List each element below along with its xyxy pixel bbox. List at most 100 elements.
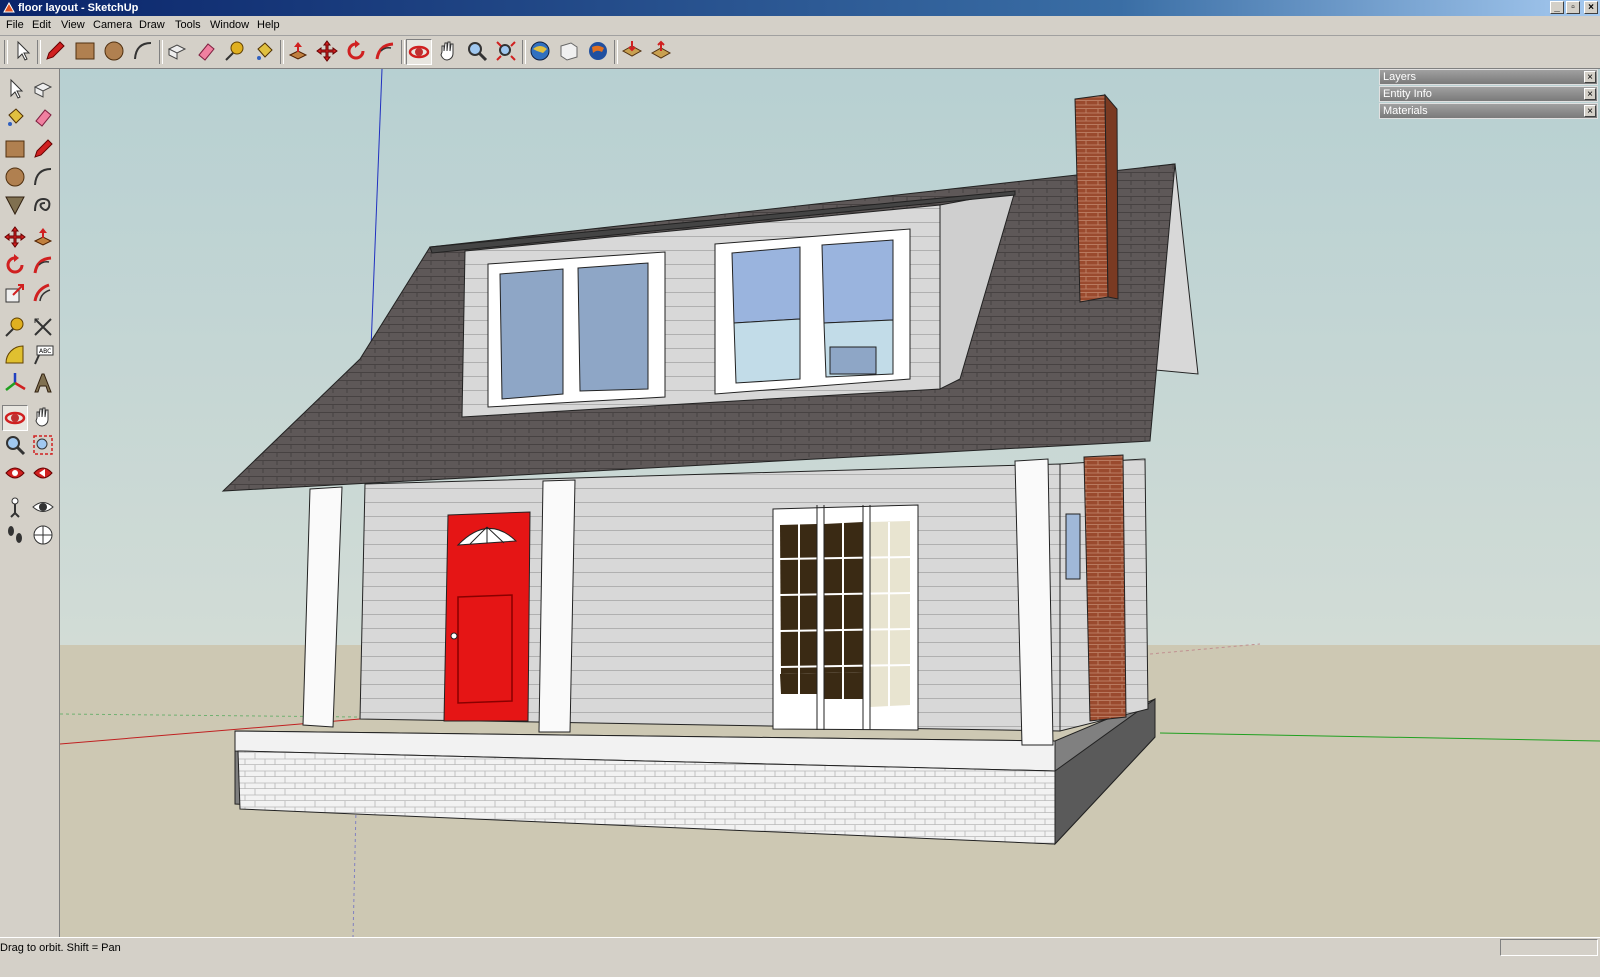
left-dimension-button[interactable] <box>30 315 56 341</box>
left-rectangle-button[interactable] <box>2 137 28 163</box>
zoom-tool-button[interactable] <box>464 39 490 65</box>
left-toolbar: ABC <box>0 69 60 957</box>
left-position-camera-button[interactable] <box>2 495 28 521</box>
left-axes-button[interactable] <box>2 371 28 397</box>
left-select-tool-button[interactable] <box>2 77 28 103</box>
close-icon[interactable]: × <box>1584 88 1596 100</box>
left-polygon-button[interactable] <box>2 193 28 219</box>
tape-measure-icon <box>225 41 244 61</box>
measurements-box[interactable] <box>1500 939 1598 956</box>
left-tape-measure-button[interactable] <box>2 315 28 341</box>
left-circle-button[interactable] <box>2 165 28 191</box>
close-button[interactable]: × <box>1584 1 1598 14</box>
polygon-icon <box>5 196 25 216</box>
materials-tray-header[interactable]: Materials × <box>1379 103 1598 119</box>
left-move-button[interactable] <box>2 225 28 251</box>
minimize-button[interactable]: _ <box>1550 1 1564 14</box>
make-component-button[interactable] <box>164 39 190 65</box>
rotate-icon <box>6 254 24 274</box>
select-icon <box>17 40 31 61</box>
protractor-icon <box>5 345 24 364</box>
paint-bucket-tool-button[interactable] <box>251 39 277 65</box>
pan-tool-button[interactable] <box>435 39 461 65</box>
look-around-icon <box>32 502 54 512</box>
left-rotate-button[interactable] <box>2 253 28 279</box>
orbit-tool-button[interactable] <box>406 39 432 65</box>
left-zoom-button[interactable] <box>2 433 28 459</box>
menu-view[interactable]: View <box>61 19 85 31</box>
left-walk-button[interactable] <box>2 523 28 549</box>
sketchup-app-icon <box>3 2 15 13</box>
left-offset-button[interactable] <box>30 281 56 307</box>
menu-bar: File Edit View Camera Draw Tools Window … <box>0 16 1600 36</box>
chimney-base <box>1083 454 1127 722</box>
get-components-button[interactable] <box>619 39 645 65</box>
close-icon[interactable]: × <box>1584 71 1596 83</box>
select-tool-button[interactable] <box>9 39 35 65</box>
maximize-button[interactable]: ▫ <box>1566 1 1580 14</box>
menu-edit[interactable]: Edit <box>32 19 51 31</box>
eraser-tool-button[interactable] <box>193 39 219 65</box>
menu-tools[interactable]: Tools <box>175 19 201 31</box>
follow-me-tool-button[interactable] <box>372 39 398 65</box>
toolbar-grip[interactable] <box>4 40 8 64</box>
menu-help[interactable]: Help <box>257 19 280 31</box>
house-model-scene[interactable] <box>60 69 1600 937</box>
share-component-button[interactable] <box>648 39 674 65</box>
get-models-button[interactable] <box>527 39 553 65</box>
rotate-tool-button[interactable] <box>343 39 369 65</box>
section-plane-icon <box>33 525 53 545</box>
menu-camera[interactable]: Camera <box>93 19 132 31</box>
dimension-icon <box>34 318 52 336</box>
left-pan-button[interactable] <box>30 405 56 431</box>
left-zoom-extents-button[interactable] <box>2 461 28 487</box>
move-tool-button[interactable] <box>314 39 340 65</box>
left-section-plane-button[interactable] <box>30 523 56 549</box>
model-viewport[interactable] <box>60 69 1600 937</box>
left-zoom-window-button[interactable] <box>30 433 56 459</box>
zoom-extents-tool-button[interactable] <box>493 39 519 65</box>
scale-icon <box>5 284 24 303</box>
svg-text:ABC: ABC <box>39 348 51 355</box>
menu-file[interactable]: File <box>6 19 24 31</box>
left-previous-view-button[interactable] <box>30 461 56 487</box>
circle-tool-button[interactable] <box>101 39 127 65</box>
offset-icon <box>33 283 51 302</box>
left-push-pull-button[interactable] <box>30 225 56 251</box>
left-arc-button[interactable] <box>30 165 56 191</box>
left-eraser-button[interactable] <box>30 105 56 131</box>
entity-info-tray-header[interactable]: Entity Info × <box>1379 86 1598 102</box>
arc-tool-button[interactable] <box>130 39 156 65</box>
left-freehand-button[interactable] <box>30 193 56 219</box>
left-3d-text-button[interactable] <box>30 371 56 397</box>
close-icon[interactable]: × <box>1584 105 1596 117</box>
left-text-button[interactable]: ABC <box>30 343 56 369</box>
circle-icon <box>5 167 25 187</box>
zoom-extents-icon <box>5 467 25 479</box>
rectangle-tool-button[interactable] <box>72 39 98 65</box>
google-earth-button[interactable] <box>585 39 611 65</box>
push-pull-tool-button[interactable] <box>285 39 311 65</box>
left-look-around-button[interactable] <box>30 495 56 521</box>
title-bar: floor layout - SketchUp _ ▫ × <box>0 0 1600 16</box>
left-make-component-button[interactable] <box>30 77 56 103</box>
push-pull-icon <box>33 228 53 246</box>
left-pencil-button[interactable] <box>30 137 56 163</box>
share-model-button[interactable] <box>556 39 582 65</box>
left-paint-bucket-button[interactable] <box>2 105 28 131</box>
left-follow-me-button[interactable] <box>30 253 56 279</box>
menu-draw[interactable]: Draw <box>139 19 165 31</box>
pencil-tool-button[interactable] <box>42 39 68 65</box>
circle-icon <box>104 41 124 61</box>
google-earth-icon <box>589 42 607 60</box>
menu-window[interactable]: Window <box>210 19 249 31</box>
left-orbit-button[interactable] <box>2 405 28 431</box>
materials-tray-label: Materials <box>1383 105 1428 117</box>
porch-column-3 <box>1014 458 1054 746</box>
push-pull-icon <box>288 42 308 60</box>
tape-measure-tool-button[interactable] <box>222 39 248 65</box>
layers-tray-header[interactable]: Layers × <box>1379 69 1598 85</box>
move-icon <box>316 40 338 62</box>
left-scale-button[interactable] <box>2 281 28 307</box>
left-protractor-button[interactable] <box>2 343 28 369</box>
